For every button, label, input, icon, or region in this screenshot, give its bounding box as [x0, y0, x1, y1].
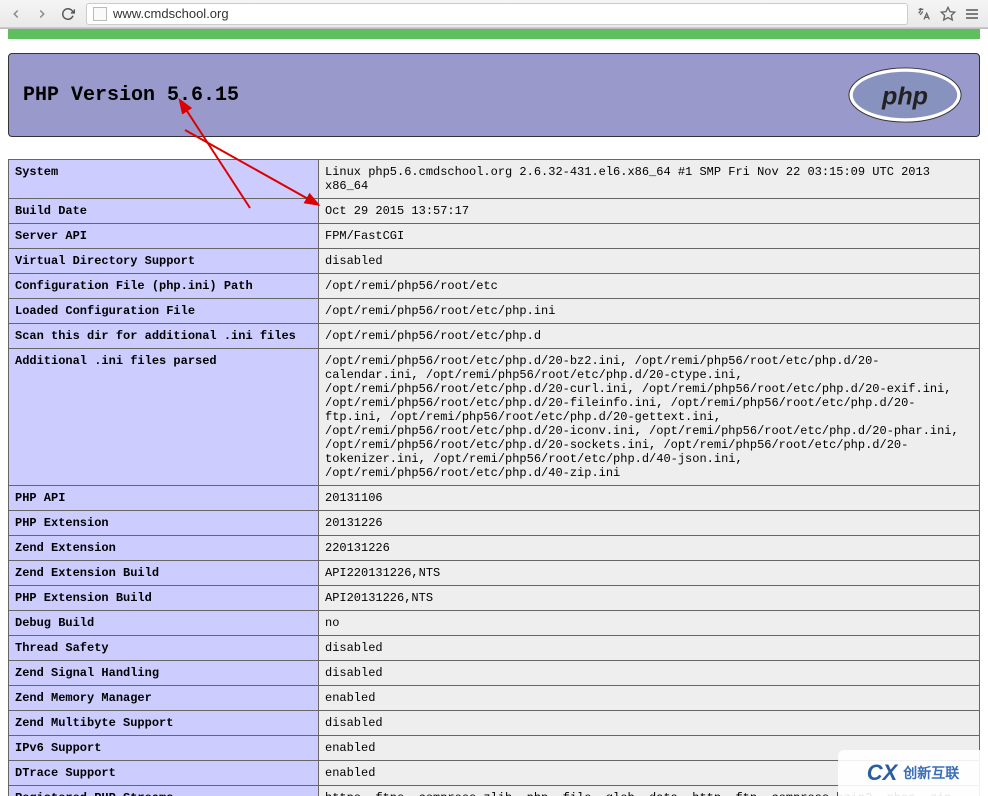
table-val: 220131226 [319, 536, 980, 561]
url-bar[interactable]: www.cmdschool.org [86, 3, 908, 25]
table-row: Zend Multibyte Supportdisabled [9, 711, 980, 736]
table-key: Zend Signal Handling [9, 661, 319, 686]
translate-icon[interactable] [914, 4, 934, 24]
table-val: disabled [319, 249, 980, 274]
table-val: /opt/remi/php56/root/etc/php.d [319, 324, 980, 349]
table-row: Virtual Directory Supportdisabled [9, 249, 980, 274]
top-accent-bar [8, 29, 980, 39]
table-val: disabled [319, 636, 980, 661]
url-text: www.cmdschool.org [113, 6, 229, 21]
phpinfo-table: SystemLinux php5.6.cmdschool.org 2.6.32-… [8, 159, 980, 796]
table-val: /opt/remi/php56/root/etc/php.ini [319, 299, 980, 324]
table-val: no [319, 611, 980, 636]
menu-icon[interactable] [962, 4, 982, 24]
table-val: disabled [319, 711, 980, 736]
table-key: PHP Extension Build [9, 586, 319, 611]
table-key: Thread Safety [9, 636, 319, 661]
table-row: Thread Safetydisabled [9, 636, 980, 661]
table-row: PHP Extension BuildAPI20131226,NTS [9, 586, 980, 611]
table-key: PHP Extension [9, 511, 319, 536]
table-row: Build DateOct 29 2015 13:57:17 [9, 199, 980, 224]
php-logo-icon: php [845, 66, 965, 124]
star-icon[interactable] [938, 4, 958, 24]
table-key: Debug Build [9, 611, 319, 636]
table-val: API20131226,NTS [319, 586, 980, 611]
page-icon [93, 7, 107, 21]
table-key: System [9, 160, 319, 199]
table-row: Server APIFPM/FastCGI [9, 224, 980, 249]
svg-text:php: php [881, 83, 928, 111]
table-val: /opt/remi/php56/root/etc [319, 274, 980, 299]
table-row: Registered PHP Streamshttps, ftps, compr… [9, 786, 980, 796]
table-key: Server API [9, 224, 319, 249]
php-version-title: PHP Version 5.6.15 [23, 84, 239, 107]
table-key: Additional .ini files parsed [9, 349, 319, 486]
table-key: Virtual Directory Support [9, 249, 319, 274]
table-val: disabled [319, 661, 980, 686]
table-val: API220131226,NTS [319, 561, 980, 586]
table-key: Zend Memory Manager [9, 686, 319, 711]
table-row: Configuration File (php.ini) Path/opt/re… [9, 274, 980, 299]
table-row: Zend Extension220131226 [9, 536, 980, 561]
table-row: Zend Memory Managerenabled [9, 686, 980, 711]
table-val: Oct 29 2015 13:57:17 [319, 199, 980, 224]
page-viewport[interactable]: PHP Version 5.6.15 php SystemLinux php5.… [0, 28, 988, 796]
table-key: Zend Extension [9, 536, 319, 561]
table-row: DTrace Supportenabled [9, 761, 980, 786]
php-banner: PHP Version 5.6.15 php [8, 53, 980, 137]
back-button[interactable] [4, 3, 28, 25]
table-key: Scan this dir for additional .ini files [9, 324, 319, 349]
table-val: Linux php5.6.cmdschool.org 2.6.32-431.el… [319, 160, 980, 199]
table-val: 20131226 [319, 511, 980, 536]
table-key: Registered PHP Streams [9, 786, 319, 796]
table-row: PHP Extension20131226 [9, 511, 980, 536]
table-row: Zend Signal Handlingdisabled [9, 661, 980, 686]
browser-toolbar: www.cmdschool.org [0, 0, 988, 28]
table-key: PHP API [9, 486, 319, 511]
table-row: Scan this dir for additional .ini files/… [9, 324, 980, 349]
table-val: enabled [319, 686, 980, 711]
table-val: /opt/remi/php56/root/etc/php.d/20-bz2.in… [319, 349, 980, 486]
table-key: Configuration File (php.ini) Path [9, 274, 319, 299]
table-key: DTrace Support [9, 761, 319, 786]
table-row: Debug Buildno [9, 611, 980, 636]
table-key: IPv6 Support [9, 736, 319, 761]
reload-button[interactable] [56, 3, 80, 25]
table-row: Zend Extension BuildAPI220131226,NTS [9, 561, 980, 586]
watermark-logo-icon: CX [867, 760, 898, 786]
table-row: Additional .ini files parsed/opt/remi/ph… [9, 349, 980, 486]
table-row: SystemLinux php5.6.cmdschool.org 2.6.32-… [9, 160, 980, 199]
watermark-text: 创新互联 [903, 763, 959, 783]
table-key: Build Date [9, 199, 319, 224]
forward-button[interactable] [30, 3, 54, 25]
table-key: Zend Extension Build [9, 561, 319, 586]
watermark: CX 创新互联 [838, 750, 988, 796]
table-row: PHP API20131106 [9, 486, 980, 511]
table-row: Loaded Configuration File/opt/remi/php56… [9, 299, 980, 324]
table-val: FPM/FastCGI [319, 224, 980, 249]
table-val: 20131106 [319, 486, 980, 511]
table-key: Zend Multibyte Support [9, 711, 319, 736]
toolbar-right [914, 4, 984, 24]
table-key: Loaded Configuration File [9, 299, 319, 324]
table-row: IPv6 Supportenabled [9, 736, 980, 761]
